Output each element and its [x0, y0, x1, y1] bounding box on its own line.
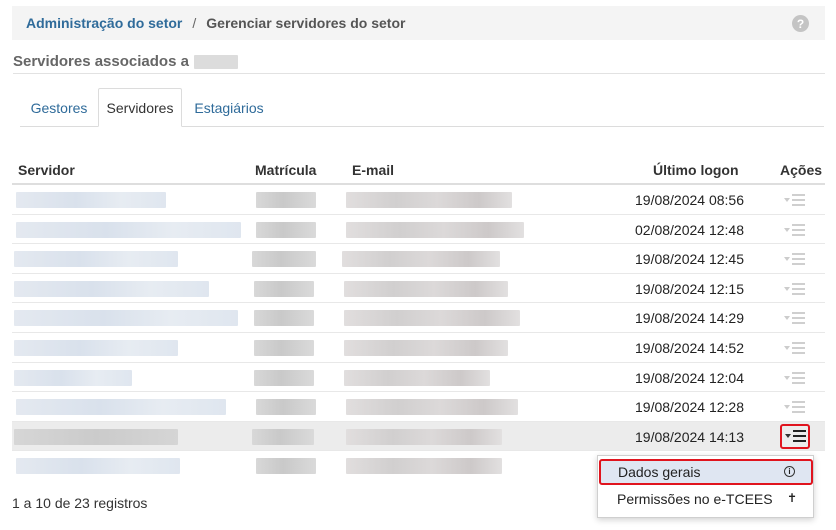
redacted-email — [342, 251, 500, 268]
redacted-email — [346, 221, 524, 238]
row-actions-dropdown: Dados gerais i Permissões no e-TCEES ✝ — [597, 455, 814, 518]
header-acoes: Ações — [780, 162, 823, 178]
table-row: 19/08/2024 12:45 — [12, 244, 825, 274]
redacted-matricula — [254, 339, 314, 356]
redacted-servidor — [14, 339, 178, 356]
table-row: 19/08/2024 14:13 — [12, 421, 825, 452]
tab-gestores[interactable]: Gestores — [20, 88, 98, 127]
header-email[interactable]: E-mail — [352, 162, 394, 178]
redacted-matricula — [256, 221, 316, 238]
ultimo-logon: 19/08/2024 12:28 — [635, 399, 744, 416]
table-row: 19/08/2024 14:29 — [12, 303, 825, 333]
tab-bar: Gestores Servidores Estagiários — [20, 88, 824, 127]
redacted-email — [344, 339, 508, 356]
table-row: 19/08/2024 14:52 — [12, 333, 825, 363]
tab-estagiarios[interactable]: Estagiários — [186, 88, 272, 127]
breadcrumb: Administração do setor / Gerenciar servi… — [12, 6, 825, 40]
ultimo-logon: 19/08/2024 12:15 — [635, 280, 744, 297]
redacted-servidor — [14, 251, 178, 268]
redacted-servidor — [16, 221, 241, 238]
ultimo-logon: 19/08/2024 14:52 — [635, 339, 744, 356]
redacted-email — [344, 369, 490, 386]
menu-icon — [783, 282, 805, 295]
breadcrumb-link-admin[interactable]: Administração do setor — [26, 15, 182, 31]
question-circle-icon[interactable]: ? — [792, 15, 809, 32]
redacted-servidor — [14, 310, 238, 327]
menu-icon — [783, 253, 805, 266]
table-row: 19/08/2024 08:56 — [12, 185, 825, 215]
redacted-email — [346, 428, 502, 445]
redacted-email — [346, 458, 502, 475]
table-row: 19/08/2024 12:15 — [12, 274, 825, 304]
ultimo-logon: 19/08/2024 14:29 — [635, 310, 744, 327]
redacted-servidor — [16, 192, 166, 208]
redacted-email — [346, 399, 518, 416]
menu-item-label: Dados gerais — [618, 464, 701, 480]
row-actions-button[interactable] — [781, 219, 807, 241]
ultimo-logon: 19/08/2024 12:04 — [635, 369, 744, 386]
redacted-servidor — [16, 399, 226, 416]
header-matricula[interactable]: Matrícula — [255, 162, 316, 178]
redacted-email — [344, 310, 520, 327]
redacted-matricula — [256, 399, 316, 416]
redacted-matricula — [256, 458, 316, 475]
redacted-sector-name — [193, 54, 238, 69]
redacted-matricula — [254, 369, 314, 386]
redacted-email — [344, 280, 508, 297]
ultimo-logon: 19/08/2024 08:56 — [635, 192, 744, 208]
section-title-text: Servidores associados a — [13, 53, 189, 70]
servidores-table: Servidor Matrícula E-mail Último logon A… — [12, 156, 825, 481]
menu-icon — [784, 430, 806, 443]
row-actions-button[interactable] — [781, 248, 807, 270]
row-actions-button[interactable] — [781, 307, 807, 329]
menu-item-dados-gerais[interactable]: Dados gerais i — [599, 459, 813, 485]
table-row: 19/08/2024 12:28 — [12, 392, 825, 422]
redacted-servidor — [14, 428, 178, 445]
header-servidor[interactable]: Servidor — [18, 162, 75, 178]
row-actions-button[interactable] — [781, 396, 807, 418]
redacted-matricula — [254, 280, 314, 297]
redacted-matricula — [254, 310, 314, 327]
redacted-matricula — [252, 428, 314, 445]
table-header: Servidor Matrícula E-mail Último logon A… — [12, 156, 825, 185]
redacted-servidor — [14, 369, 132, 386]
ultimo-logon: 19/08/2024 14:13 — [635, 428, 744, 445]
row-actions-button-open[interactable] — [780, 423, 810, 449]
menu-icon — [783, 401, 805, 414]
menu-item-label: Permissões no e-TCEES — [617, 491, 773, 507]
menu-icon — [783, 194, 805, 206]
row-actions-button[interactable] — [781, 337, 807, 359]
redacted-servidor — [14, 280, 209, 297]
page-title: Servidores associados a — [13, 53, 238, 70]
redacted-matricula — [252, 251, 316, 268]
table-row: 02/08/2024 12:48 — [12, 215, 825, 245]
redacted-email — [346, 192, 512, 208]
redacted-servidor — [16, 458, 180, 475]
tab-servidores[interactable]: Servidores — [98, 88, 182, 127]
redacted-matricula — [256, 192, 316, 208]
header-ultimo-logon[interactable]: Último logon — [653, 162, 739, 178]
menu-icon — [783, 341, 805, 354]
accessibility-icon: ✝ — [786, 491, 797, 505]
menu-item-permissoes[interactable]: Permissões no e-TCEES ✝ — [598, 486, 813, 512]
table-row: 19/08/2024 12:04 — [12, 363, 825, 393]
records-count: 1 a 10 de 23 registros — [12, 495, 148, 511]
breadcrumb-separator: / — [192, 15, 197, 31]
ultimo-logon: 19/08/2024 12:45 — [635, 251, 744, 268]
menu-icon — [783, 312, 805, 325]
row-actions-button[interactable] — [781, 189, 807, 211]
row-actions-button[interactable] — [781, 278, 807, 300]
menu-icon — [783, 223, 805, 236]
ultimo-logon: 02/08/2024 12:48 — [635, 221, 744, 238]
menu-icon — [783, 371, 805, 384]
section-divider — [13, 73, 825, 74]
info-icon: i — [784, 466, 795, 477]
breadcrumb-current: Gerenciar servidores do setor — [206, 15, 406, 31]
row-actions-button[interactable] — [781, 367, 807, 389]
